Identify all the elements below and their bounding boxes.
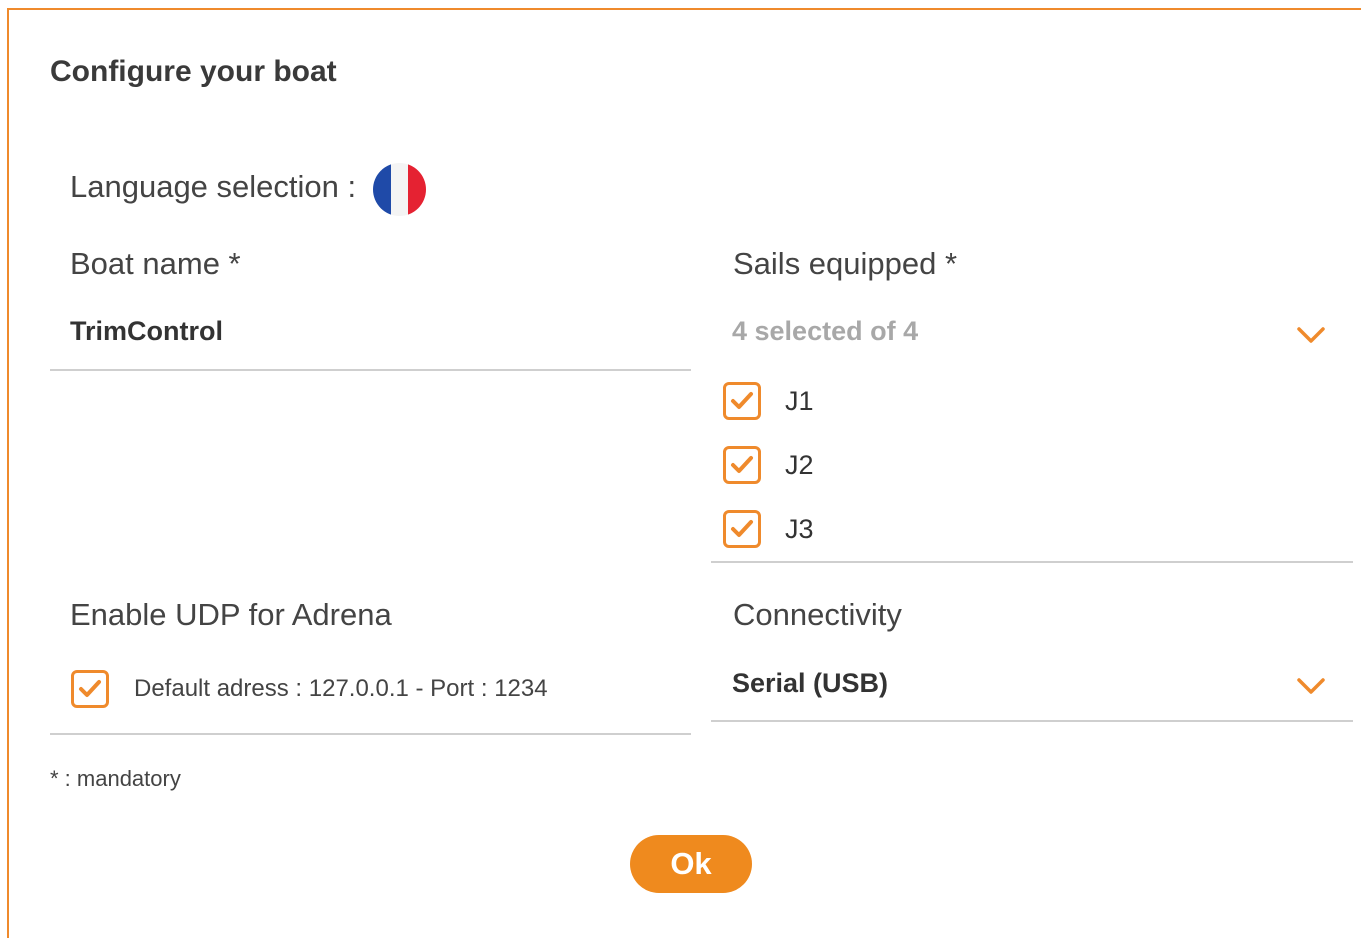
sail-option-j2[interactable]: J2 xyxy=(723,446,814,484)
flag-stripe-white xyxy=(390,163,409,216)
sail-option-j3[interactable]: J3 xyxy=(723,510,814,548)
sails-underline xyxy=(711,561,1353,563)
udp-option-row[interactable]: Default adress : 127.0.0.1 - Port : 1234 xyxy=(71,670,548,708)
sail-j3-checkbox[interactable] xyxy=(723,510,761,548)
connectivity-select[interactable]: Serial (USB) xyxy=(732,668,888,699)
sail-j1-checkbox[interactable] xyxy=(723,382,761,420)
udp-default-address: Default adress : 127.0.0.1 - Port : 1234 xyxy=(134,675,548,702)
ok-button[interactable]: Ok xyxy=(630,835,752,893)
boat-name-input[interactable]: TrimControl xyxy=(70,316,223,347)
france-flag-icon[interactable] xyxy=(373,163,427,216)
checkmark-icon xyxy=(731,392,753,409)
sail-j3-label: J3 xyxy=(785,513,814,544)
chevron-down-icon[interactable] xyxy=(1296,325,1326,345)
sails-equipped-label: Sails equipped * xyxy=(733,246,958,281)
checkmark-icon xyxy=(79,680,101,697)
language-selection-row: Language selection : xyxy=(70,157,427,216)
flag-stripe-blue xyxy=(373,163,391,216)
sail-j2-checkbox[interactable] xyxy=(723,446,761,484)
dialog-title: Configure your boat xyxy=(50,55,337,88)
sail-j1-label: J1 xyxy=(785,385,814,416)
sail-j2-label: J2 xyxy=(785,449,814,480)
boat-name-label: Boat name * xyxy=(70,246,241,281)
udp-underline xyxy=(50,733,691,735)
connectivity-underline xyxy=(711,720,1353,722)
flag-stripe-red xyxy=(408,163,427,216)
configure-boat-dialog: Configure your boat Language selection :… xyxy=(7,8,1361,938)
udp-label: Enable UDP for Adrena xyxy=(70,597,392,632)
mandatory-note: * : mandatory xyxy=(50,766,181,791)
sail-option-j1[interactable]: J1 xyxy=(723,382,814,420)
chevron-down-icon[interactable] xyxy=(1296,676,1326,696)
checkmark-icon xyxy=(731,520,753,537)
udp-checkbox[interactable] xyxy=(71,670,109,708)
connectivity-label: Connectivity xyxy=(733,597,902,632)
checkmark-icon xyxy=(731,456,753,473)
boat-name-underline xyxy=(50,369,691,371)
sails-select-summary[interactable]: 4 selected of 4 xyxy=(732,316,918,347)
language-selection-label: Language selection : xyxy=(70,168,357,204)
